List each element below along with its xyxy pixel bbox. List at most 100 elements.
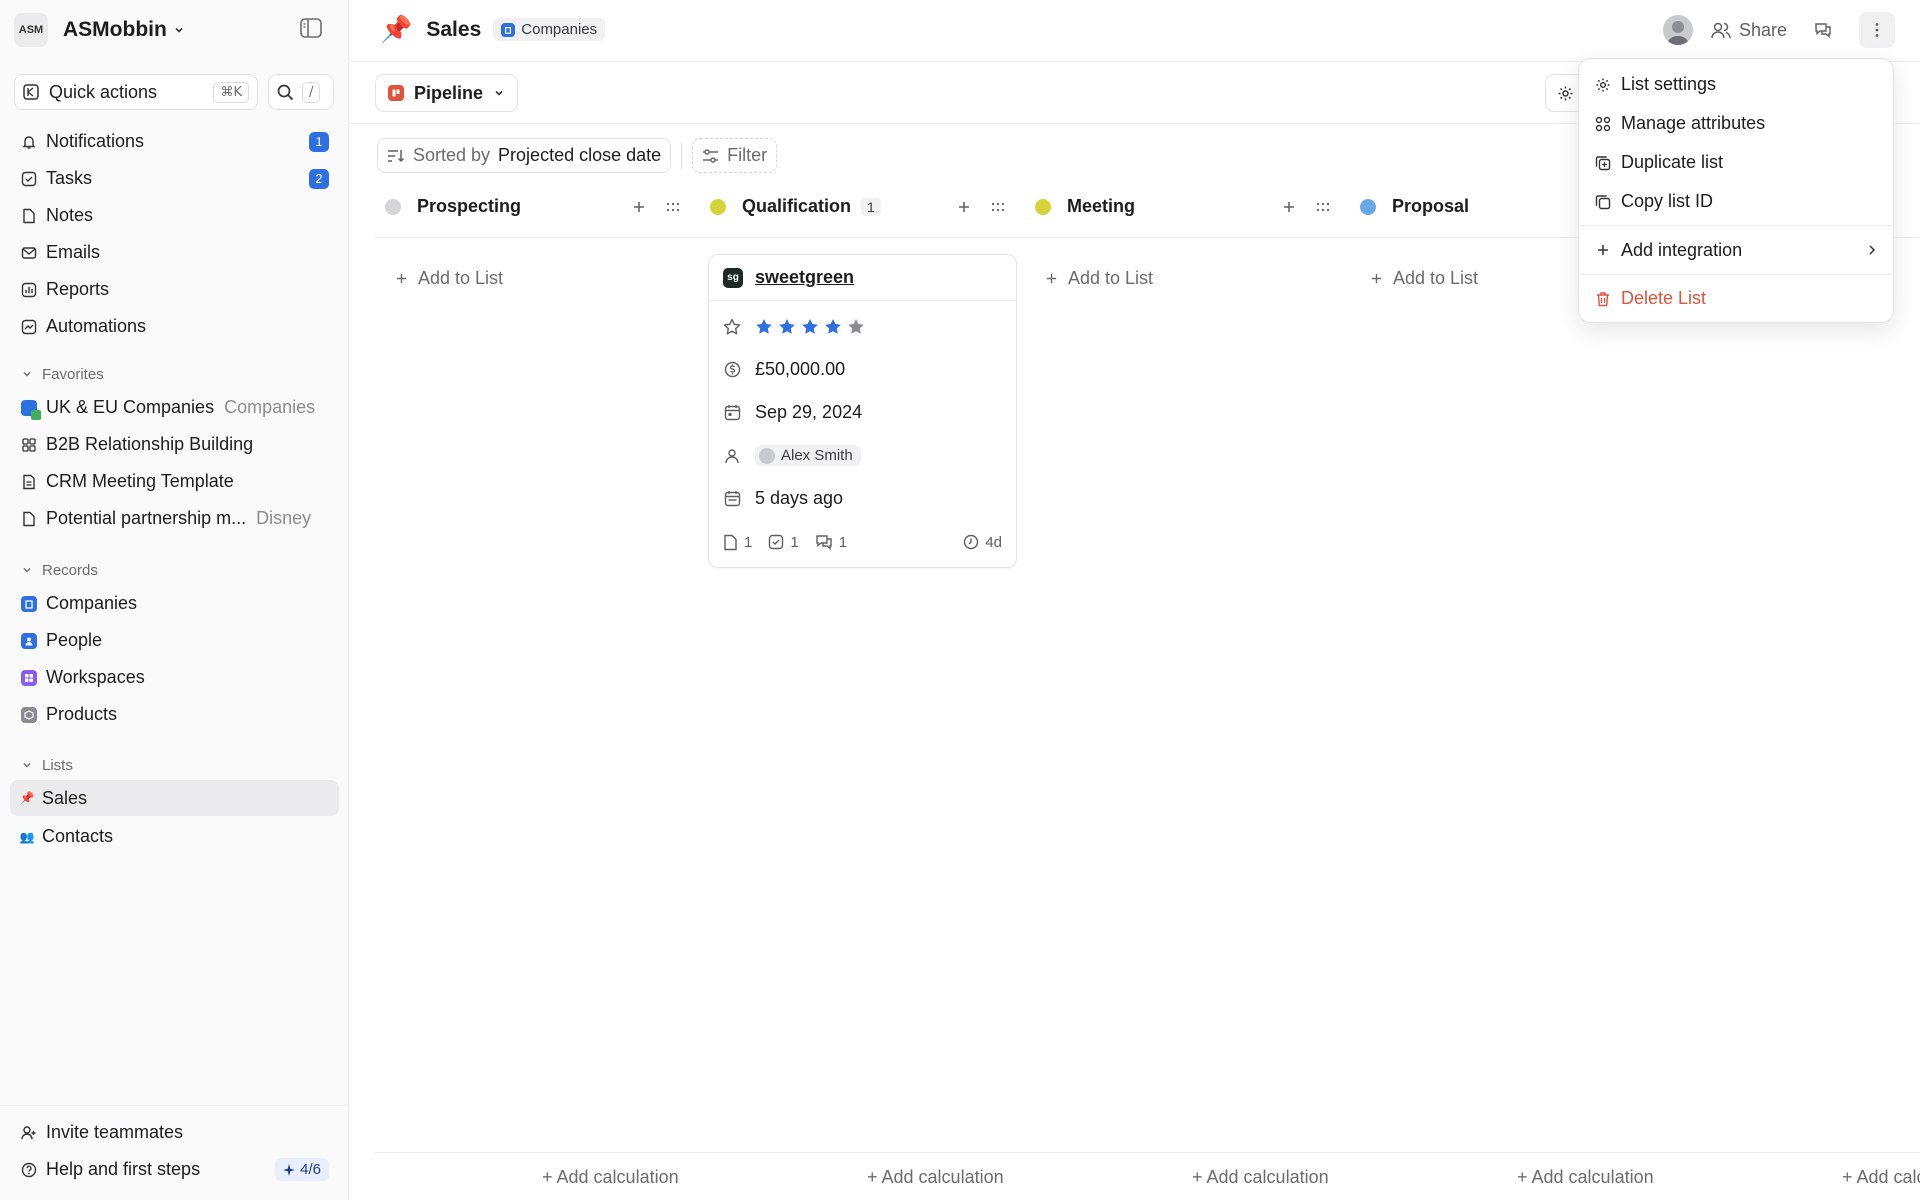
record-item-companies[interactable]: Companies [10,585,339,622]
checkbox-icon [20,170,38,188]
nav-label: Automations [46,316,147,336]
record-item-workspaces[interactable]: Workspaces [10,659,339,696]
menu-divider [1579,274,1893,275]
quick-actions-shortcut: ⌘K [213,81,249,103]
star-empty-icon[interactable] [847,318,865,336]
object-chip-label: Companies [521,21,598,38]
sidebar-footer: Invite teammates Help and first steps 4/… [0,1105,349,1188]
drag-handle-icon[interactable] [666,202,680,212]
view-selector[interactable]: Pipeline [375,74,519,112]
column-title: Qualification [742,196,852,216]
nav-item-tasks[interactable]: Tasks 2 [10,160,339,197]
more-options-button[interactable] [1859,12,1895,48]
add-calculation-button[interactable]: + Add calculation [542,1167,679,1188]
nav-item-notifications[interactable]: Notifications 1 [10,123,339,160]
search-button[interactable]: / [268,74,334,110]
favorites-section: Favorites UK & EU Companies Companies B2… [10,359,339,537]
filter-icon [703,148,719,163]
favorite-item[interactable]: Potential partnership m... Disney [10,500,339,537]
nav-item-emails[interactable]: Emails [10,234,339,271]
object-chip[interactable]: Companies [493,18,606,41]
record-item-people[interactable]: People [10,622,339,659]
menu-item-list-settings[interactable]: List settings [1585,65,1887,104]
star-outline-icon [723,318,741,336]
add-calculation-button[interactable]: + Add calculation [867,1167,1004,1188]
add-to-list-label: Add to List [418,268,504,288]
add-to-list-button[interactable]: Add to List [1370,268,1478,289]
menu-item-duplicate-list[interactable]: Duplicate list [1585,143,1887,182]
onboarding-progress[interactable]: 4/6 [275,1158,329,1181]
nav-item-notes[interactable]: Notes [10,197,339,234]
add-calculation-button[interactable]: + Add calculation [1192,1167,1329,1188]
share-button[interactable]: Share [1711,20,1787,41]
plus-icon[interactable] [632,200,646,214]
chevron-right-icon [1867,244,1877,256]
comments-count[interactable]: 1 [815,534,847,551]
people-icon [20,632,38,650]
list-options-menu: List settings Manage attributes Duplicat… [1578,58,1894,323]
calendar-icon [723,490,741,507]
search-shortcut: / [302,81,321,103]
workspace-switcher[interactable]: ASM ASMobbin [14,12,334,48]
avatar[interactable] [1662,15,1693,45]
add-calculation-button[interactable]: + Add calcu [1842,1167,1920,1188]
users-icon [1711,22,1731,39]
plus-icon[interactable] [957,200,971,214]
star-filled-icon[interactable] [778,318,796,336]
quick-actions-label: Quick actions [49,81,158,102]
menu-item-delete-list[interactable]: Delete List [1585,279,1887,318]
rating-stars[interactable] [755,318,865,336]
invite-teammates-button[interactable]: Invite teammates [10,1114,339,1151]
help-first-steps-button[interactable]: Help and first steps 4/6 [10,1151,339,1188]
menu-item-copy-list-id[interactable]: Copy list ID [1585,182,1887,221]
favorite-suffix: Disney [256,508,312,528]
favorite-item[interactable]: UK & EU Companies Companies [10,389,339,426]
records-section: Records Companies People Workspaces Prod… [10,555,339,733]
records-header[interactable]: Records [10,555,339,585]
favorite-item[interactable]: CRM Meeting Template [10,463,339,500]
list-label: Contacts [42,826,114,846]
record-item-products[interactable]: Products [10,696,339,733]
menu-divider [1579,225,1893,226]
drag-handle-icon[interactable] [1316,202,1330,212]
star-filled-icon[interactable] [824,318,842,336]
menu-item-label: List settings [1621,74,1717,94]
comments-button[interactable] [1805,12,1841,48]
favorites-header[interactable]: Favorites [10,359,339,389]
plus-icon[interactable] [1282,200,1296,214]
nav-label: Tasks [46,168,93,188]
deal-card[interactable]: sg sweetgreen £50,000.00 Sep 29, 2024 Al… [708,254,1017,568]
companies-icon [20,595,38,613]
menu-item-label: Add integration [1621,239,1743,260]
workspace-logo: ASM [14,13,48,47]
plus-icon [1595,243,1611,257]
menu-item-add-integration[interactable]: Add integration [1585,230,1887,270]
sidebar-toggle-icon[interactable] [300,18,340,38]
list-item-contacts[interactable]: 👥 Contacts [10,818,339,855]
notes-count[interactable]: 1 [723,534,752,551]
owner-chip[interactable]: Alex Smith [755,445,861,466]
tasks-count[interactable]: 1 [768,534,799,551]
favorites-title: Favorites [42,365,104,383]
menu-item-label: Manage attributes [1621,113,1766,133]
drag-handle-icon[interactable] [991,202,1005,212]
nav-label: Emails [46,242,101,262]
comments-count-value: 1 [838,533,848,551]
nav-item-automations[interactable]: Automations [10,308,339,345]
deal-value: £50,000.00 [755,359,846,379]
add-to-list-button[interactable]: Add to List [1045,268,1153,289]
filter-button[interactable]: Filter [692,138,778,173]
menu-item-manage-attributes[interactable]: Manage attributes [1585,104,1887,143]
sort-button[interactable]: Sorted by Projected close date [377,138,672,173]
star-filled-icon[interactable] [755,318,773,336]
add-calculation-button[interactable]: + Add calculation [1517,1167,1654,1188]
star-filled-icon[interactable] [801,318,819,336]
favorite-item[interactable]: B2B Relationship Building [10,426,339,463]
bell-icon [20,133,38,151]
company-name-link[interactable]: sweetgreen [755,267,854,288]
nav-item-reports[interactable]: Reports [10,271,339,308]
add-to-list-button[interactable]: Add to List [395,268,503,289]
lists-header[interactable]: Lists [10,750,339,780]
quick-actions-button[interactable]: Quick actions ⌘K [14,74,258,110]
list-item-sales[interactable]: 📌 Sales [10,780,339,816]
